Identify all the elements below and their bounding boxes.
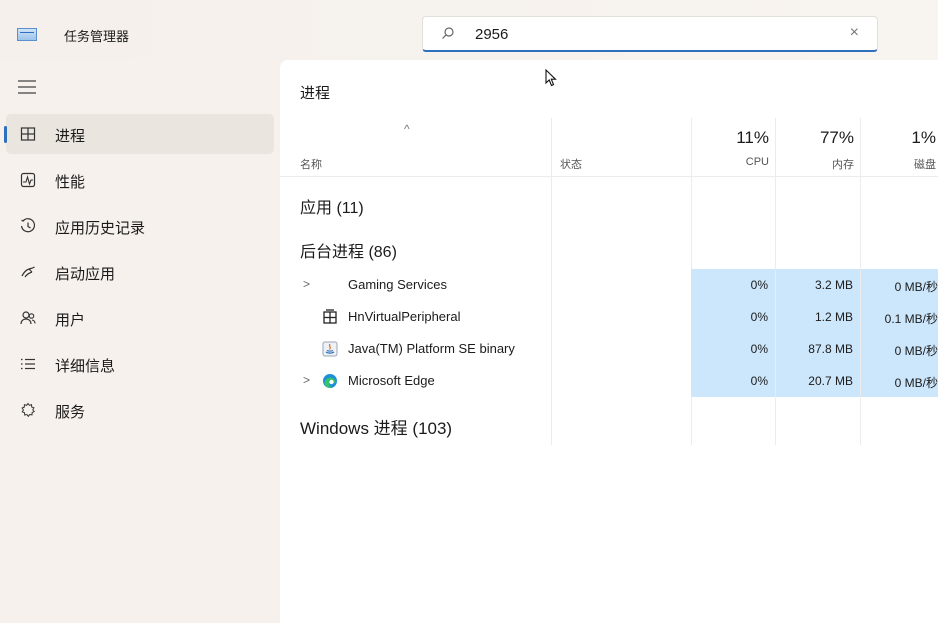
process-name: Gaming Services (348, 277, 447, 292)
search-icon (442, 27, 454, 39)
column-header-status[interactable]: 状态 (560, 156, 582, 172)
sidebar-item-label: 用户 (55, 312, 86, 329)
sidebar-item-label: 应用历史记录 (55, 220, 146, 237)
sidebar-item-startup-apps[interactable]: 启动应用 (6, 252, 274, 292)
clear-search-button[interactable]: × (850, 24, 859, 42)
sidebar-item-details[interactable]: 详细信息 (6, 344, 274, 384)
section-apps: 应用 (11) (300, 200, 364, 217)
hamburger-menu-icon[interactable] (18, 80, 36, 94)
header-separator (280, 176, 938, 177)
disk-cell: 0 MB/秒 (861, 365, 938, 397)
sidebar-item-processes[interactable]: 进程 (4, 114, 274, 154)
disk-cell: 0.1 MB/秒 (861, 301, 938, 333)
search-input[interactable] (475, 24, 835, 44)
sidebar-item-label: 性能 (55, 174, 86, 191)
edge-icon (323, 374, 337, 388)
table-row[interactable]: HnVirtualPeripheral 0% 1.2 MB 0.1 MB/秒 (280, 301, 938, 333)
disk-usage-total[interactable]: 1% (860, 128, 938, 148)
column-header-cpu[interactable]: CPU (691, 156, 769, 168)
memory-cell: 3.2 MB (776, 269, 860, 301)
task-manager-icon (17, 28, 37, 41)
sort-ascending-icon[interactable]: ^ (404, 122, 410, 136)
peripheral-app-icon (323, 309, 337, 324)
mouse-pointer-icon (545, 69, 557, 87)
search-box[interactable]: × (422, 16, 878, 52)
column-header-memory[interactable]: 内存 (775, 156, 854, 172)
page-title: 进程 (300, 85, 331, 102)
sidebar-item-label: 进程 (55, 128, 86, 145)
app-history-icon (20, 218, 35, 233)
sidebar-item-services[interactable]: 服务 (6, 390, 274, 430)
cpu-cell: 0% (691, 365, 775, 397)
performance-icon (20, 172, 36, 188)
processes-icon (20, 127, 36, 141)
details-icon (21, 358, 35, 370)
column-header-name[interactable]: 名称 (300, 156, 322, 172)
startup-apps-icon (21, 266, 35, 278)
expand-chevron-icon[interactable]: > (303, 277, 310, 291)
sidebar-item-label: 启动应用 (55, 266, 116, 283)
memory-cell: 20.7 MB (776, 365, 860, 397)
cpu-cell: 0% (691, 269, 775, 301)
expand-chevron-icon[interactable]: > (303, 373, 310, 387)
sidebar-item-users[interactable]: 用户 (6, 298, 274, 338)
java-icon (322, 341, 338, 357)
table-row[interactable]: > Microsoft Edge 0% 20.7 MB 0 MB/秒 (280, 365, 938, 397)
sidebar-item-label: 详细信息 (55, 358, 116, 375)
table-row[interactable]: Java(TM) Platform SE binary 0% 87.8 MB 0… (280, 333, 938, 365)
app-title: 任务管理器 (64, 29, 130, 44)
sidebar-item-performance[interactable]: 性能 (6, 160, 274, 200)
memory-cell: 87.8 MB (776, 333, 860, 365)
column-header-disk[interactable]: 磁盘 (860, 156, 938, 172)
processes-panel: 进程 ^ 名称 状态 11% CPU 77% 内存 1% 磁盘 应用 (11) … (280, 60, 938, 623)
sidebar: 进程 性能 应用历史记录 启动应用 用户 详细信息 服务 (0, 60, 280, 623)
memory-usage-total[interactable]: 77% (775, 128, 854, 148)
process-name: HnVirtualPeripheral (348, 309, 461, 324)
table-row[interactable]: > Gaming Services 0% 3.2 MB 0 MB/秒 (280, 269, 938, 301)
cpu-usage-total[interactable]: 11% (691, 128, 769, 148)
active-indicator (4, 126, 7, 143)
section-background: 后台进程 (86) (300, 244, 397, 261)
cpu-cell: 0% (691, 301, 775, 333)
cpu-cell: 0% (691, 333, 775, 365)
users-icon (20, 311, 36, 325)
sidebar-item-label: 服务 (55, 404, 86, 421)
process-name: Microsoft Edge (348, 373, 435, 388)
process-name: Java(TM) Platform SE binary (348, 341, 515, 356)
section-windows: Windows 进程 (103) (300, 419, 453, 438)
title-bar: 任务管理器 × (0, 0, 938, 60)
disk-cell: 0 MB/秒 (861, 333, 938, 365)
sidebar-item-app-history[interactable]: 应用历史记录 (6, 206, 274, 246)
memory-cell: 1.2 MB (776, 301, 860, 333)
services-icon (21, 402, 35, 418)
disk-cell: 0 MB/秒 (861, 269, 938, 301)
